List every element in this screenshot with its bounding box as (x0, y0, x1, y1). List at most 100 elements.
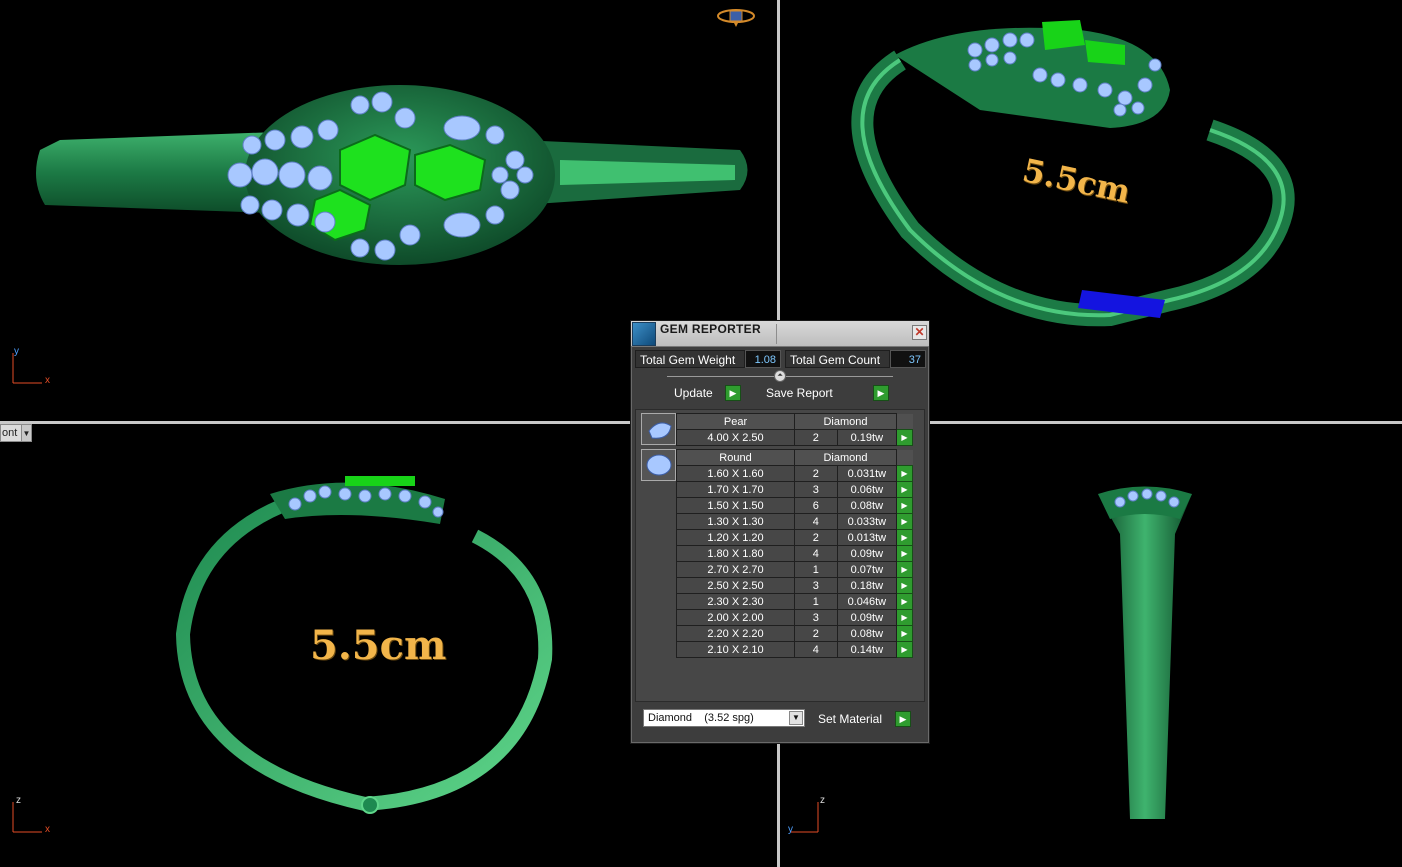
panel-title: GEM REPORTER (660, 322, 761, 336)
total-gem-count-label: Total Gem Count (785, 350, 890, 368)
measurement-label-front: 5.5cm (310, 622, 447, 669)
table-row[interactable]: 2.10 X 2.10 4 0.14tw ▶ (676, 641, 913, 658)
row-go-arrow-icon[interactable]: ▶ (896, 625, 913, 642)
table-row[interactable]: 2.70 X 2.70 1 0.07tw ▶ (676, 561, 913, 578)
table-row[interactable]: 2.30 X 2.30 1 0.046tw ▶ (676, 593, 913, 610)
gem-weight: 0.09tw (836, 545, 898, 562)
view-compass-icon[interactable] (716, 6, 756, 28)
row-go-arrow-icon[interactable]: ▶ (896, 577, 913, 594)
gem-qty: 1 (794, 561, 838, 578)
set-material-button[interactable]: Set Material ▶ (815, 711, 911, 727)
total-gem-weight-value: 1.08 (745, 350, 781, 368)
save-report-label: Save Report (766, 386, 833, 400)
view-selector-value: ont (2, 427, 18, 439)
row-go-arrow-icon[interactable]: ▶ (896, 593, 913, 610)
material-select-value: Diamond (3.52 spg) (648, 712, 754, 724)
update-button[interactable]: Update ▶ (671, 385, 741, 401)
axis-indicator-side: z y (788, 794, 838, 844)
round-gem-icon (641, 449, 676, 481)
gem-size: 1.60 X 1.60 (676, 465, 795, 482)
table-row[interactable]: 1.20 X 1.20 2 0.013tw ▶ (676, 529, 913, 546)
row-go-arrow-icon[interactable]: ▶ (896, 429, 913, 446)
table-row[interactable]: 2.50 X 2.50 3 0.18tw ▶ (676, 577, 913, 594)
panel-title-bar[interactable]: GEM REPORTER ✕ (631, 321, 929, 347)
gem-weight: 0.07tw (836, 561, 898, 578)
row-go-arrow-icon[interactable]: ▶ (896, 513, 913, 530)
gem-material-header: Diamond (794, 449, 897, 466)
gem-size: 4.00 X 2.50 (676, 429, 795, 446)
gem-list[interactable]: Pear Diamond 4.00 X 2.50 2 0.19tw ▶ Roun… (635, 409, 925, 702)
row-go-arrow-icon[interactable]: ▶ (896, 545, 913, 562)
chevron-down-icon: ▼ (21, 425, 31, 441)
set-material-label: Set Material (818, 712, 883, 726)
gem-qty: 3 (794, 481, 838, 498)
gem-size: 2.70 X 2.70 (676, 561, 795, 578)
gem-weight: 0.013tw (836, 529, 898, 546)
gem-size: 1.30 X 1.30 (676, 513, 795, 530)
gem-weight: 0.14tw (836, 641, 898, 658)
gem-qty: 4 (794, 513, 838, 530)
gem-weight: 0.08tw (836, 497, 898, 514)
axis-label-x: x (45, 375, 50, 386)
round-gem-table: Round Diamond 1.60 X 1.60 2 0.031tw ▶ 1.70 … (676, 449, 913, 658)
axis-label-x: x (45, 824, 50, 835)
table-row[interactable]: 2.00 X 2.00 3 0.09tw ▶ (676, 609, 913, 626)
gem-shape-header: Round (676, 449, 795, 466)
close-button[interactable]: ✕ (912, 325, 927, 340)
axis-indicator-top: y x (10, 345, 60, 395)
row-go-arrow-icon[interactable]: ▶ (896, 609, 913, 626)
axis-label-y: y (788, 824, 793, 835)
gem-qty: 2 (794, 625, 838, 642)
axis-label-y: y (14, 346, 19, 357)
save-report-button[interactable]: Save Report ▶ (763, 385, 889, 401)
table-row[interactable]: 1.60 X 1.60 2 0.031tw ▶ (676, 465, 913, 482)
row-go-arrow-icon[interactable]: ▶ (896, 497, 913, 514)
gem-weight: 0.09tw (836, 609, 898, 626)
gem-weight: 0.033tw (836, 513, 898, 530)
table-row[interactable]: 1.80 X 1.80 4 0.09tw ▶ (676, 545, 913, 562)
material-select[interactable]: Diamond (3.52 spg) ▼ (643, 709, 805, 727)
row-go-arrow-icon[interactable]: ▶ (896, 465, 913, 482)
table-row[interactable]: 1.50 X 1.50 6 0.08tw ▶ (676, 497, 913, 514)
table-row[interactable]: 1.30 X 1.30 4 0.033tw ▶ (676, 513, 913, 530)
row-go-arrow-icon[interactable]: ▶ (896, 529, 913, 546)
table-row[interactable]: 1.70 X 1.70 3 0.06tw ▶ (676, 481, 913, 498)
row-go-arrow-icon[interactable]: ▶ (896, 641, 913, 658)
gem-size: 2.10 X 2.10 (676, 641, 795, 658)
table-row[interactable]: 2.20 X 2.20 2 0.08tw ▶ (676, 625, 913, 642)
gem-size: 1.70 X 1.70 (676, 481, 795, 498)
gem-reporter-app-icon (632, 322, 656, 346)
table-row[interactable]: 4.00 X 2.50 2 0.19tw ▶ (676, 429, 913, 446)
gem-qty: 4 (794, 641, 838, 658)
gem-qty: 2 (794, 529, 838, 546)
gem-weight: 0.031tw (836, 465, 898, 482)
title-separator (776, 324, 777, 344)
pear-gem-icon (641, 413, 676, 445)
gem-size: 2.30 X 2.30 (676, 593, 795, 610)
pear-gem-table: Pear Diamond 4.00 X 2.50 2 0.19tw ▶ (676, 413, 913, 446)
gem-qty: 6 (794, 497, 838, 514)
total-gem-count-value: 37 (890, 350, 926, 368)
play-arrow-icon: ▶ (895, 711, 911, 727)
gem-weight: 0.08tw (836, 625, 898, 642)
chevron-down-icon: ▼ (789, 711, 803, 725)
row-go-arrow-icon[interactable]: ▶ (896, 481, 913, 498)
gem-size: 1.80 X 1.80 (676, 545, 795, 562)
play-arrow-icon: ▶ (725, 385, 741, 401)
gem-size: 1.50 X 1.50 (676, 497, 795, 514)
gem-weight: 0.046tw (836, 593, 898, 610)
gem-material-header: Diamond (794, 413, 897, 430)
view-selector-dropdown[interactable]: ont ▼ (0, 424, 32, 442)
gem-qty: 3 (794, 577, 838, 594)
gem-weight: 0.18tw (836, 577, 898, 594)
gem-weight: 0.19tw (836, 429, 898, 446)
gem-qty: 1 (794, 593, 838, 610)
axis-label-z: z (16, 795, 21, 806)
gem-size: 2.20 X 2.20 (676, 625, 795, 642)
panel-collapse-handle[interactable]: ⏶ (774, 370, 786, 382)
play-arrow-icon: ▶ (873, 385, 889, 401)
row-go-arrow-icon[interactable]: ▶ (896, 561, 913, 578)
gem-weight: 0.06tw (836, 481, 898, 498)
gem-qty: 4 (794, 545, 838, 562)
gem-qty: 3 (794, 609, 838, 626)
